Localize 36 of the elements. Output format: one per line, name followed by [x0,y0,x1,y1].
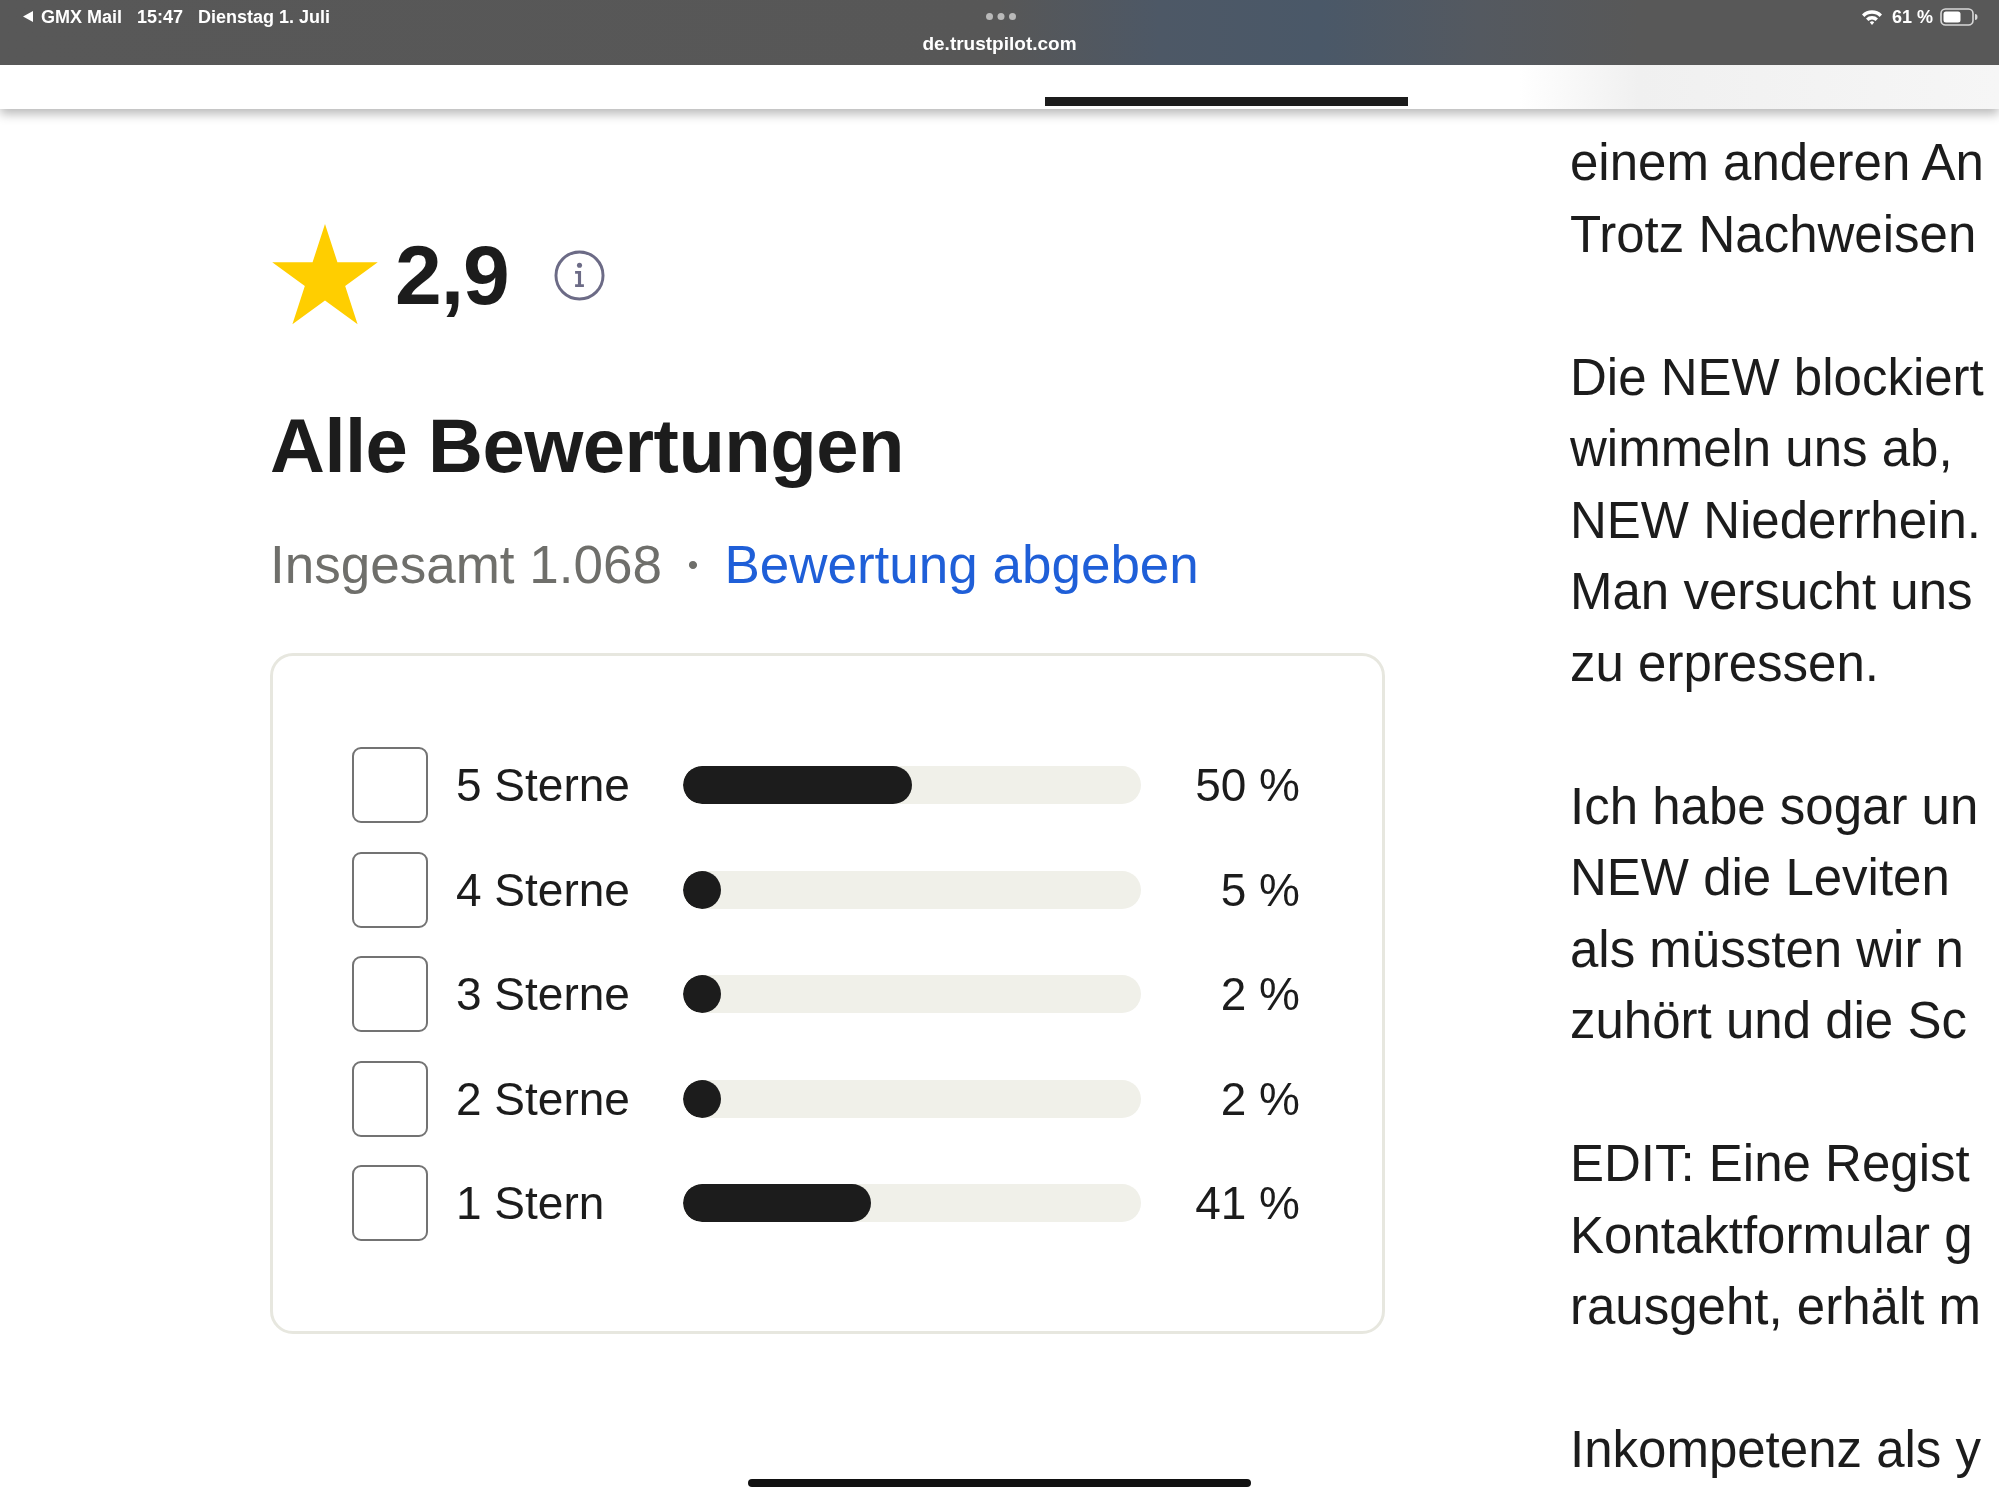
review-paragraph: EDIT: Eine Regist Kontaktformular g rausgeht, erhält m [1570,1134,1983,1337]
status-time: 15:47 [137,5,184,28]
review-paragraph: einem anderen An Trotz Nachweisen [1570,133,1984,265]
rating-percent: 41 % [1195,1176,1300,1230]
review-paragraph: Die NEW blockiert wimmeln uns ab, NEW Niederrhein. Man versucht uns zu erpressen. [1570,347,1984,694]
review-paragraph: Ich habe sogar un NEW die Leviten als müssten wir n zuhört und die Sc [1570,776,1980,1051]
filter-label[interactable]: 1 Stern [456,1176,655,1230]
wifi-icon [1860,8,1883,25]
info-icon[interactable] [553,249,605,301]
filter-label[interactable]: 3 Sterne [456,967,655,1021]
filter-label[interactable]: 5 Sterne [456,758,655,812]
battery-icon [1940,7,1978,26]
back-icon[interactable] [23,11,33,22]
filter-label[interactable]: 4 Sterne [456,862,655,917]
filter-checkbox[interactable] [352,956,428,1032]
write-review-link[interactable]: Bewertung abgeben [724,534,1199,596]
rating-percent: 2 % [1220,967,1300,1021]
filter-checkbox[interactable] [352,1060,428,1137]
filter-checkbox[interactable] [352,851,428,928]
section-title: Alle Bewertungen [270,402,905,490]
filter-checkbox[interactable] [352,747,428,823]
filter-label[interactable]: 2 Sterne [456,1071,655,1126]
page-url[interactable]: de.trustpilot.com [922,33,1077,55]
rating-percent: 50 % [1195,758,1300,812]
filter-checkbox[interactable] [352,1165,428,1241]
more-dots-icon[interactable] [985,13,1016,20]
separator-dot: • [687,547,699,583]
battery-percent: 61 % [1891,5,1933,28]
rating-percent: 5 % [1220,862,1300,917]
status-date: Dienstag 1. Juli [198,5,331,28]
review-paragraph: Inkompetenz als y [1570,1420,1983,1480]
star-icon [270,224,380,326]
total-count: Insgesamt 1.068 [270,534,662,596]
rating-score: 2,9 [395,233,509,317]
rating-percent: 2 % [1220,1071,1300,1126]
back-app-label[interactable]: GMX Mail [41,5,122,28]
